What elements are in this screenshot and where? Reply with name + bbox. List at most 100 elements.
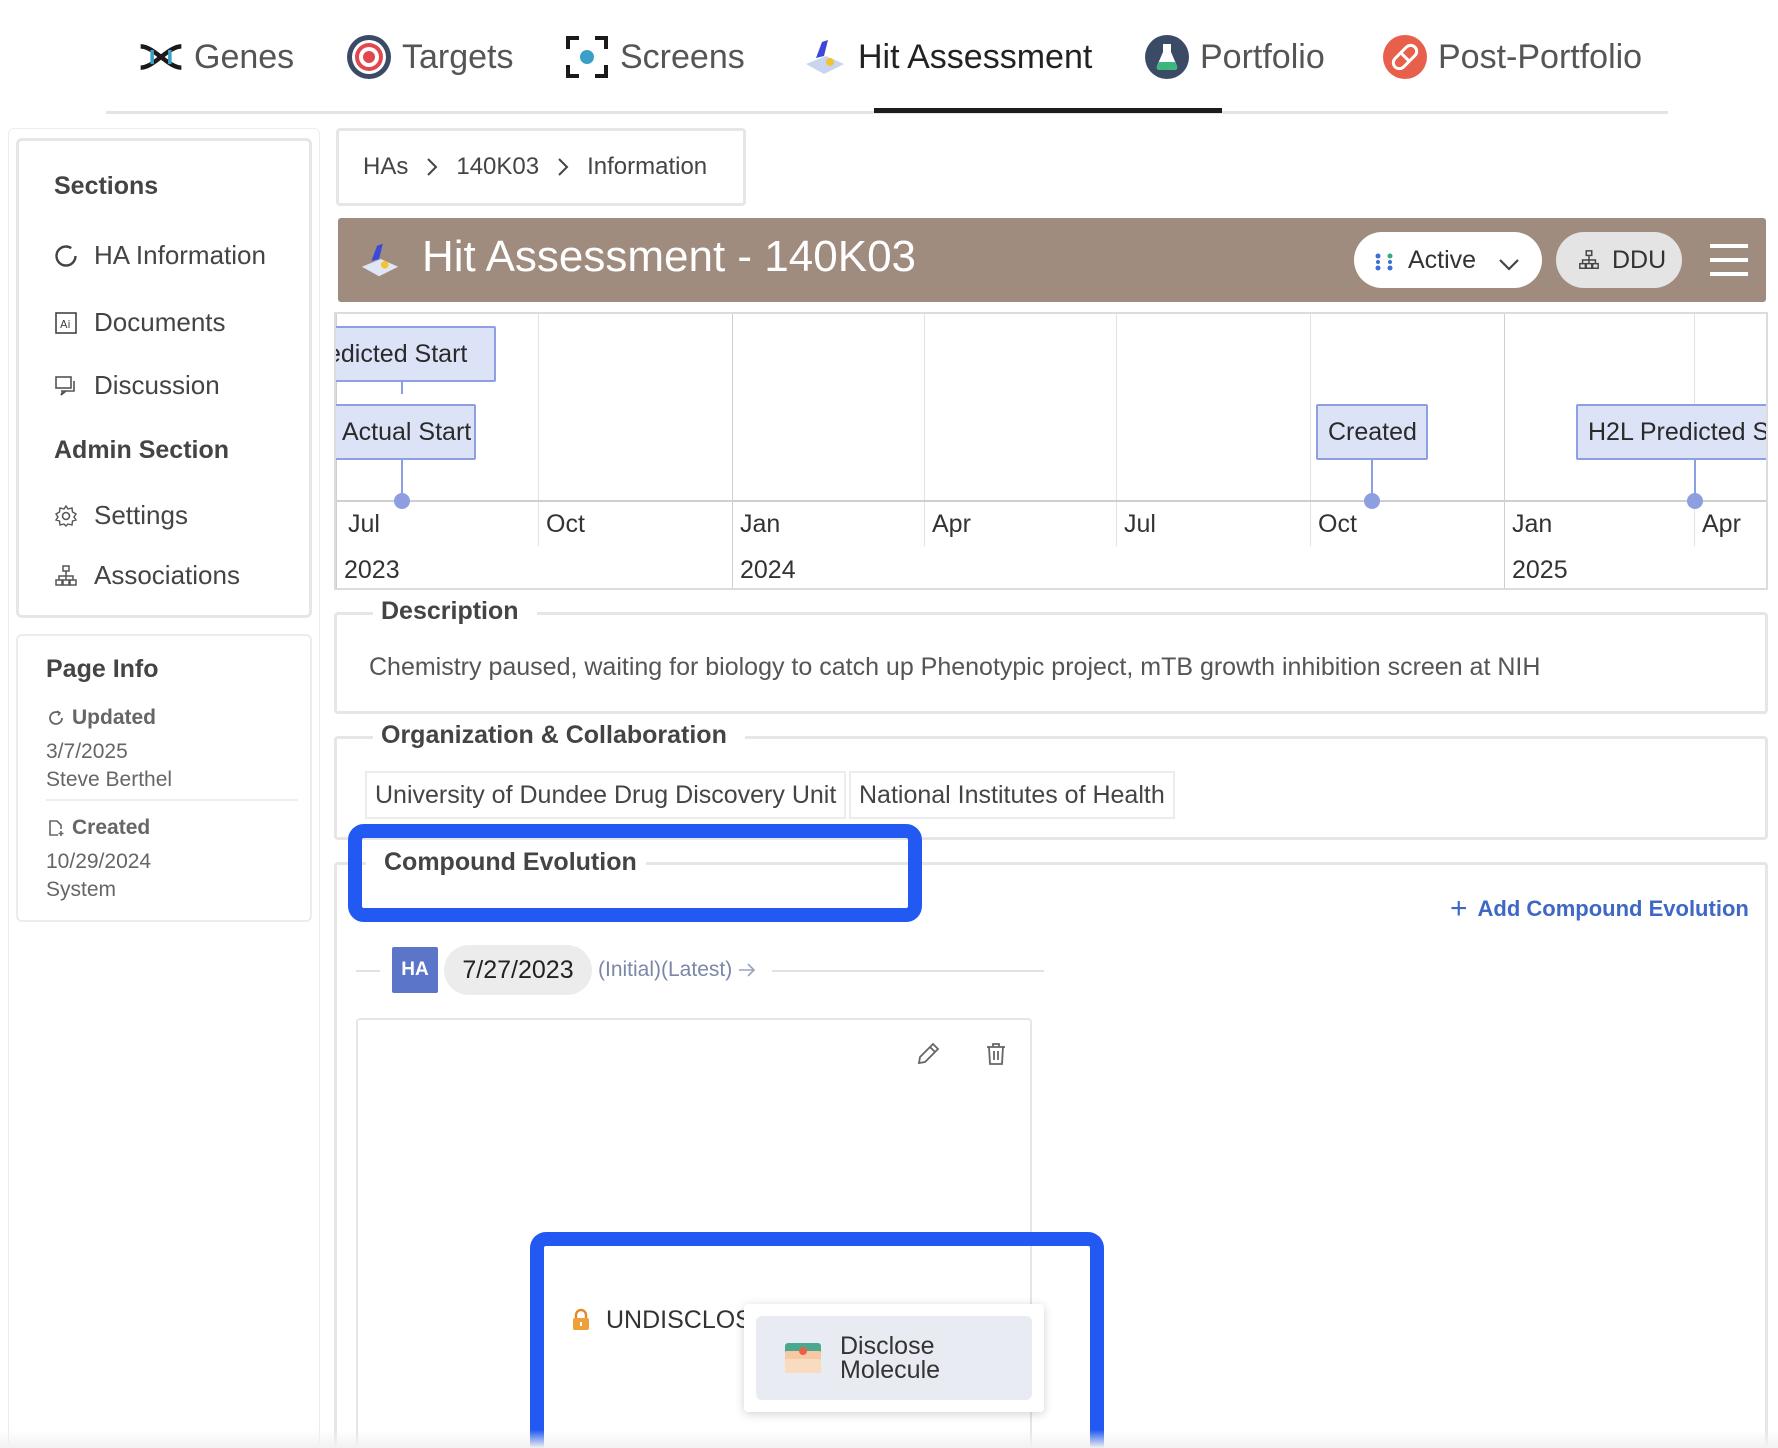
org-chip: University of Dundee Drug Discovery Unit — [365, 771, 847, 819]
page-info-divider — [46, 799, 298, 801]
evolution-divider — [772, 970, 1044, 972]
timeline-gridline — [924, 314, 925, 546]
timeline-event-actual-start[interactable]: Actual Start — [336, 404, 476, 460]
admin-section-heading: Admin Section — [54, 436, 230, 464]
nav-targets[interactable]: Targets — [346, 26, 514, 88]
nav-post-portfolio[interactable]: Post-Portfolio — [1382, 26, 1642, 88]
lock-icon — [570, 1308, 592, 1332]
sidebar-item-discussion[interactable]: Discussion — [52, 370, 220, 401]
timeline-gridline — [538, 314, 539, 546]
sidebar-item-label: Discussion — [94, 370, 220, 400]
active-tab-indicator — [874, 108, 1222, 113]
pill-icon — [1382, 34, 1428, 80]
nav-post-portfolio-label: Post-Portfolio — [1438, 37, 1643, 76]
timeline-event-h2l-predicted-start[interactable]: H2L Predicted Start — [1576, 404, 1768, 460]
org-badge[interactable]: DDU — [1556, 232, 1682, 288]
timeline-year-label: 2024 — [740, 556, 796, 584]
arrow-right-icon — [738, 963, 756, 977]
timeline-event-marker[interactable] — [394, 493, 410, 509]
disclose-molecule-menu-item[interactable]: Disclose Molecule — [756, 1316, 1032, 1400]
created-label-text: Created — [72, 816, 151, 839]
created-date: 10/29/2024 — [46, 850, 152, 873]
updated-date: 3/7/2025 — [46, 740, 128, 763]
nav-genes-label: Genes — [194, 37, 295, 76]
breadcrumb: HAs 140K03 Information — [336, 128, 746, 206]
timeline-month-label: Jan — [1512, 510, 1553, 538]
document-ai-icon: Ai — [52, 309, 80, 337]
nav-portfolio[interactable]: Portfolio — [1144, 26, 1325, 88]
screen-focus-icon — [564, 34, 610, 80]
timeline-month-label: Jul — [348, 510, 380, 538]
chevron-down-icon — [1498, 250, 1520, 279]
org-value: DDU — [1612, 245, 1667, 274]
timeline-month-label: Jan — [740, 510, 781, 538]
nav-hit-assessment[interactable]: Hit Assessment — [802, 26, 1092, 88]
evolution-tags: (Initial)(Latest) — [598, 958, 756, 982]
evolution-date: 7/27/2023 — [444, 945, 592, 995]
stage-badge: HA — [392, 947, 438, 993]
add-compound-evolution-label: Add Compound Evolution — [1477, 896, 1749, 921]
timeline-chart[interactable]: Jul Oct Jan Apr Jul Oct Jan Apr 2023 202… — [334, 312, 1768, 590]
timeline-event-label: Predicted Start — [336, 339, 468, 368]
evolution-divider — [356, 970, 380, 972]
hit-assessment-icon — [802, 34, 848, 80]
timeline-event-label: Created — [1328, 417, 1417, 446]
edit-pencil-icon[interactable] — [914, 1040, 944, 1070]
hierarchy-icon — [1578, 249, 1600, 271]
hit-assessment-icon — [358, 238, 402, 282]
timeline-event-marker[interactable] — [1687, 493, 1703, 509]
timeline-month-label: Jul — [1124, 510, 1156, 538]
undisclosed-molecule-label: UNDISCLOSED — [606, 1306, 746, 1334]
timeline-gridline — [1116, 314, 1117, 546]
updated-by: Steve Berthel — [46, 768, 173, 791]
sidebar-item-label: Settings — [94, 500, 188, 530]
delete-trash-icon[interactable] — [982, 1040, 1012, 1070]
timeline-month-label: Oct — [1318, 510, 1357, 538]
timeline-event-marker[interactable] — [1364, 493, 1380, 509]
status-dropdown[interactable]: Active — [1354, 232, 1542, 288]
sidebar-item-associations[interactable]: Associations — [52, 560, 240, 591]
updated-label-text: Updated — [72, 706, 156, 729]
svg-text:Ai: Ai — [60, 318, 71, 331]
created-by: System — [46, 878, 117, 901]
sidebar-item-documents[interactable]: Ai Documents — [52, 307, 226, 338]
sidebar-item-settings[interactable]: Settings — [52, 500, 188, 531]
gear-icon — [52, 502, 80, 530]
timeline-year-label: 2025 — [1512, 556, 1568, 584]
sidebar-item-ha-information[interactable]: HA Information — [52, 240, 266, 271]
nav-screens[interactable]: Screens — [564, 26, 745, 88]
breadcrumb-item-current: Information — [587, 153, 708, 180]
timeline-event-created[interactable]: Created — [1316, 404, 1428, 460]
timeline-event-predicted-start[interactable]: Predicted Start — [336, 326, 496, 382]
discussion-icon — [52, 372, 80, 400]
description-text: Chemistry paused, waiting for biology to… — [369, 653, 1541, 681]
hierarchy-icon — [52, 562, 80, 590]
breadcrumb-item-project[interactable]: 140K03 — [456, 153, 539, 181]
timeline-gridline — [1310, 314, 1311, 546]
nav-targets-label: Targets — [402, 37, 514, 76]
circle-icon — [52, 242, 80, 270]
organization-title: Organization & Collaboration — [373, 721, 745, 750]
file-add-icon — [46, 818, 66, 838]
hamburger-menu-icon[interactable] — [1710, 242, 1748, 278]
plus-icon: + — [1450, 892, 1468, 925]
page-info-title: Page Info — [46, 655, 159, 683]
timeline-event-label: Actual Start — [342, 417, 472, 446]
nav-portfolio-label: Portfolio — [1200, 37, 1325, 76]
page-title: Hit Assessment - 140K03 — [422, 232, 917, 281]
nav-genes[interactable]: Genes — [138, 26, 294, 88]
sections-heading: Sections — [54, 172, 159, 200]
description-title: Description — [373, 597, 537, 626]
refresh-icon — [46, 708, 66, 728]
timeline-event-stem — [401, 382, 403, 394]
compound-evolution-title: Compound Evolution — [384, 848, 637, 876]
breadcrumb-item-has[interactable]: HAs — [363, 153, 408, 181]
status-dots-icon — [1374, 250, 1394, 271]
add-compound-evolution-button[interactable]: + Add Compound Evolution — [1450, 892, 1749, 926]
timeline-event-label: H2L Predicted Start — [1588, 417, 1768, 446]
nav-screens-label: Screens — [620, 37, 745, 76]
sidebar-item-label: Documents — [94, 307, 226, 337]
organization-panel: Organization & Collaboration University … — [334, 721, 1768, 840]
timeline-month-label: Apr — [932, 510, 971, 538]
sidebar-item-label: HA Information — [94, 240, 266, 270]
